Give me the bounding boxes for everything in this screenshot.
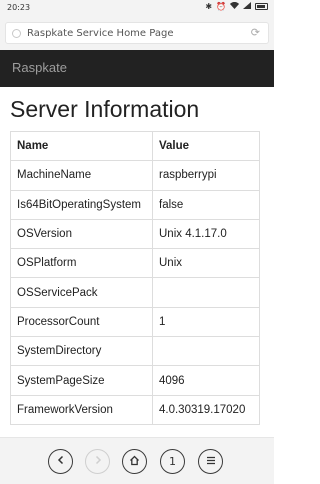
browser-address-bar: Raspkate Service Home Page ⟳ bbox=[0, 16, 274, 50]
table-row: Is64BitOperatingSystem false bbox=[10, 189, 260, 220]
tab-count: 1 bbox=[169, 455, 176, 468]
table-header-row: Name Value bbox=[10, 130, 260, 162]
row-value-cell: raspberrypi bbox=[152, 160, 260, 191]
bluetooth-icon: ✱ bbox=[205, 2, 213, 11]
alarm-icon: ⏰ bbox=[216, 2, 226, 11]
menu-icon bbox=[206, 455, 216, 468]
tabs-button[interactable]: 1 bbox=[160, 449, 185, 474]
row-value-cell: 4.0.30319.17020 bbox=[152, 394, 260, 425]
table-row: OSVersion Unix 4.1.17.0 bbox=[10, 218, 260, 250]
row-name-cell: FrameworkVersion bbox=[10, 394, 153, 425]
table-row: SystemDirectory bbox=[10, 336, 260, 367]
page-info-icon[interactable] bbox=[12, 29, 21, 38]
status-icons: ✱ ⏰ bbox=[205, 1, 268, 11]
row-name-cell: OSVersion bbox=[10, 218, 153, 250]
browser-bottom-toolbar: 1 bbox=[0, 437, 274, 484]
table-row: MachineName raspberrypi bbox=[10, 160, 260, 191]
row-name-cell: OSServicePack bbox=[10, 277, 153, 308]
row-name-cell: SystemPageSize bbox=[10, 365, 153, 396]
row-value-cell: false bbox=[152, 189, 260, 220]
table-row: ProcessorCount 1 bbox=[10, 306, 260, 338]
battery-icon bbox=[255, 3, 268, 10]
row-name-cell: OSPlatform bbox=[10, 248, 153, 279]
row-value-cell: Unix bbox=[152, 248, 260, 279]
row-name-cell: Is64BitOperatingSystem bbox=[10, 189, 153, 220]
forward-button[interactable] bbox=[85, 449, 110, 474]
table-row: OSPlatform Unix bbox=[10, 248, 260, 279]
signal-icon bbox=[243, 2, 251, 11]
row-name-cell: SystemDirectory bbox=[10, 336, 153, 367]
status-bar: 20:23 ✱ ⏰ bbox=[0, 0, 274, 16]
row-name-cell: ProcessorCount bbox=[10, 306, 153, 338]
chevron-left-icon bbox=[56, 455, 66, 468]
table-row: SystemPageSize 4096 bbox=[10, 365, 260, 396]
back-button[interactable] bbox=[48, 449, 73, 474]
row-name-cell: MachineName bbox=[10, 160, 153, 191]
column-header-name: Name bbox=[10, 130, 153, 162]
reload-icon[interactable]: ⟳ bbox=[251, 26, 260, 39]
home-button[interactable] bbox=[122, 449, 147, 474]
menu-button[interactable] bbox=[198, 449, 223, 474]
url-field[interactable]: Raspkate Service Home Page ⟳ bbox=[5, 22, 269, 44]
row-value-cell: 4096 bbox=[152, 365, 260, 396]
column-header-value: Value bbox=[152, 130, 260, 162]
table-row: OSServicePack bbox=[10, 277, 260, 308]
server-info-table: Name Value MachineName raspberrypi Is64B… bbox=[10, 130, 260, 425]
row-value-cell bbox=[152, 336, 260, 367]
status-time: 20:23 bbox=[7, 3, 31, 12]
navbar-brand[interactable]: Raspkate bbox=[12, 60, 67, 75]
row-value-cell: 1 bbox=[152, 306, 260, 338]
site-navbar: Raspkate bbox=[0, 50, 274, 87]
table-row: FrameworkVersion 4.0.30319.17020 bbox=[10, 394, 260, 425]
page-title: Server Information bbox=[10, 96, 200, 122]
row-value-cell: Unix 4.1.17.0 bbox=[152, 218, 260, 250]
row-value-cell bbox=[152, 277, 260, 308]
home-icon bbox=[129, 455, 140, 469]
chevron-right-icon bbox=[93, 455, 103, 468]
url-text[interactable]: Raspkate Service Home Page bbox=[27, 28, 173, 39]
wifi-icon bbox=[230, 1, 239, 11]
